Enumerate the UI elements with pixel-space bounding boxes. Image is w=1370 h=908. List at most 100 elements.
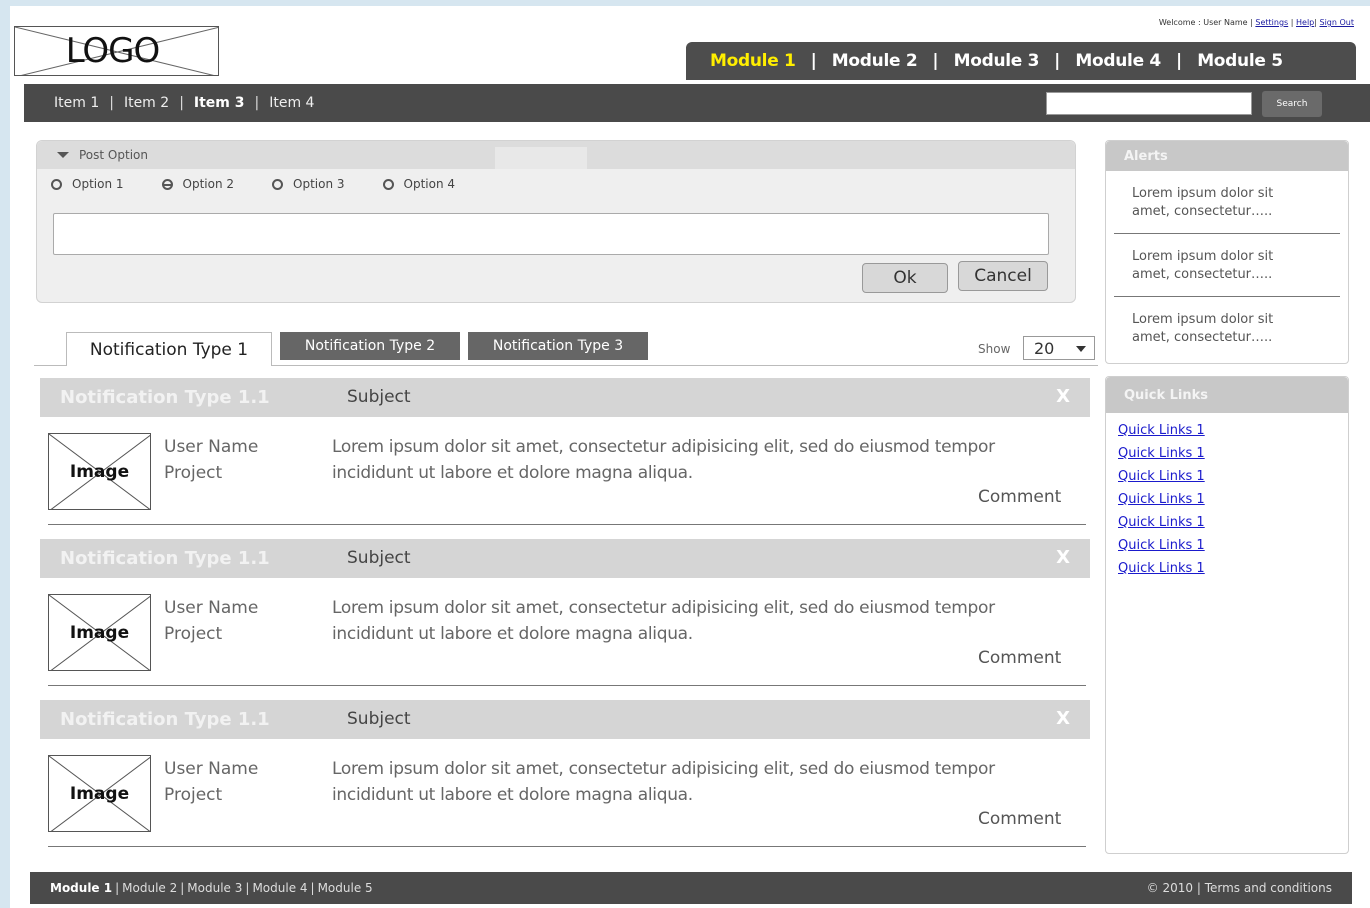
notification-body: Lorem ipsum dolor sit amet, consectetur …	[332, 434, 1052, 486]
chevron-down-icon	[1076, 346, 1086, 352]
radio-unchecked-icon[interactable]	[272, 178, 283, 190]
sub-nav-item-1[interactable]: Item 1	[54, 95, 99, 111]
footer-module-3[interactable]: Module 3	[187, 881, 242, 895]
tab-notification-type-2[interactable]: Notification Type 2	[280, 332, 460, 360]
quick-link[interactable]: Quick Links 1	[1118, 469, 1348, 484]
quick-link[interactable]: Quick Links 1	[1118, 423, 1348, 438]
post-text-field[interactable]	[53, 213, 1049, 255]
quick-link[interactable]: Quick Links 1	[1118, 446, 1348, 461]
settings-link[interactable]: Settings	[1255, 18, 1288, 27]
module-tab-2[interactable]: Module 2	[832, 51, 918, 71]
collapse-triangle-icon[interactable]	[57, 152, 69, 158]
terms-link[interactable]: Terms and conditions	[1205, 881, 1332, 895]
help-link[interactable]: Help	[1296, 18, 1314, 27]
image-placeholder: Image	[48, 755, 151, 832]
body-line: incididunt ut labore et dolore magna ali…	[332, 463, 693, 483]
module-tab-4[interactable]: Module 4	[1075, 51, 1161, 71]
sub-nav-item-2[interactable]: Item 2	[124, 95, 169, 111]
footer-module-1[interactable]: Module 1	[50, 881, 112, 895]
post-option-header[interactable]: Post Option	[37, 141, 1075, 169]
alert-item[interactable]: Lorem ipsum dolor sit amet, consectetur……	[1114, 234, 1340, 297]
image-placeholder: Image	[48, 594, 151, 671]
quick-links-list: Quick Links 1 Quick Links 1 Quick Links …	[1106, 413, 1348, 576]
option-label: Option 2	[182, 177, 235, 191]
close-icon[interactable]: X	[1056, 708, 1070, 729]
project-name[interactable]: Project	[164, 460, 258, 486]
header-tab-highlight	[495, 147, 587, 169]
project-name[interactable]: Project	[164, 621, 258, 647]
page: LOGO Welcome : User Name | Settings | He…	[10, 6, 1370, 908]
user-name[interactable]: User Name	[164, 434, 258, 460]
notification-type: Notification Type 1.1	[60, 548, 270, 569]
footer-module-5[interactable]: Module 5	[318, 881, 373, 895]
sub-nav-item-4[interactable]: Item 4	[269, 95, 314, 111]
notification-meta: User Name Project	[164, 756, 258, 808]
module-tab-3[interactable]: Module 3	[954, 51, 1040, 71]
signout-link[interactable]: Sign Out	[1320, 18, 1355, 27]
notification-subject: Subject	[347, 548, 411, 568]
separator: |	[109, 95, 114, 111]
footer-module-4[interactable]: Module 4	[252, 881, 307, 895]
tab-notification-type-3[interactable]: Notification Type 3	[468, 332, 648, 360]
quick-link[interactable]: Quick Links 1	[1118, 538, 1348, 553]
footer-module-2[interactable]: Module 2	[122, 881, 177, 895]
copyright: © 2010 |	[1146, 881, 1201, 895]
show-label: Show	[978, 342, 1011, 356]
image-placeholder: Image	[48, 433, 151, 510]
body-line: incididunt ut labore et dolore magna ali…	[332, 785, 693, 805]
comment-link[interactable]: Comment	[978, 809, 1061, 829]
separator: |	[115, 881, 120, 895]
alert-text: amet, consectetur…..	[1132, 267, 1273, 282]
search-input[interactable]	[1046, 92, 1252, 115]
alerts-panel: Alerts Lorem ipsum dolor sit amet, conse…	[1105, 140, 1349, 364]
user-name[interactable]: User Name	[164, 756, 258, 782]
welcome-text: Welcome : User Name |	[1158, 18, 1253, 27]
option-3-radio[interactable]: Option 3	[272, 177, 345, 191]
alerts-title: Alerts	[1106, 141, 1348, 171]
separator: |	[245, 881, 250, 895]
notification-type: Notification Type 1.1	[60, 709, 270, 730]
sub-nav-item-3[interactable]: Item 3	[194, 95, 245, 111]
alert-item[interactable]: Lorem ipsum dolor sit amet, consectetur……	[1114, 297, 1340, 359]
alert-item[interactable]: Lorem ipsum dolor sit amet, consectetur……	[1114, 171, 1340, 234]
ok-button[interactable]: Ok	[862, 263, 948, 293]
body-line: Lorem ipsum dolor sit amet, consectetur …	[332, 759, 995, 779]
radio-unchecked-icon[interactable]	[51, 178, 62, 190]
logo[interactable]: LOGO	[14, 26, 219, 76]
project-name[interactable]: Project	[164, 782, 258, 808]
separator: |	[932, 51, 939, 71]
radio-unchecked-icon[interactable]	[382, 178, 394, 190]
notification-body: Lorem ipsum dolor sit amet, consectetur …	[332, 595, 1052, 647]
option-1-radio[interactable]: Option 1	[51, 177, 124, 191]
quick-link[interactable]: Quick Links 1	[1118, 492, 1348, 507]
module-tab-1[interactable]: Module 1	[710, 51, 796, 71]
close-icon[interactable]: X	[1056, 547, 1070, 568]
alert-text: amet, consectetur…..	[1132, 330, 1273, 345]
sub-nav-items: Item 1 | Item 2 | Item 3 | Item 4	[24, 95, 314, 111]
alert-text: Lorem ipsum dolor sit	[1132, 312, 1274, 327]
comment-link[interactable]: Comment	[978, 648, 1061, 668]
quick-links-panel: Quick Links Quick Links 1 Quick Links 1 …	[1105, 376, 1349, 854]
comment-link[interactable]: Comment	[978, 487, 1061, 507]
quick-link[interactable]: Quick Links 1	[1118, 515, 1348, 530]
alert-text: Lorem ipsum dolor sit	[1132, 249, 1274, 264]
option-2-radio[interactable]: Option 2	[161, 177, 235, 191]
user-name[interactable]: User Name	[164, 595, 258, 621]
quick-link[interactable]: Quick Links 1	[1118, 561, 1348, 576]
close-icon[interactable]: X	[1056, 386, 1070, 407]
option-4-radio[interactable]: Option 4	[382, 177, 456, 191]
radio-checked-icon[interactable]	[161, 178, 173, 190]
notification-meta: User Name Project	[164, 595, 258, 647]
option-label: Option 4	[403, 177, 456, 191]
alert-text: amet, consectetur…..	[1132, 204, 1273, 219]
notification-meta: User Name Project	[164, 434, 258, 486]
separator: |	[310, 881, 315, 895]
show-count-select[interactable]: 20	[1023, 336, 1095, 360]
tab-notification-type-1[interactable]: Notification Type 1	[66, 332, 272, 366]
body-line: incididunt ut labore et dolore magna ali…	[332, 624, 693, 644]
module-tab-5[interactable]: Module 5	[1197, 51, 1283, 71]
search-button[interactable]: Search	[1262, 91, 1322, 117]
cancel-button[interactable]: Cancel	[958, 261, 1048, 291]
logo-text: LOGO	[65, 31, 161, 71]
body-line: Lorem ipsum dolor sit amet, consectetur …	[332, 598, 995, 618]
